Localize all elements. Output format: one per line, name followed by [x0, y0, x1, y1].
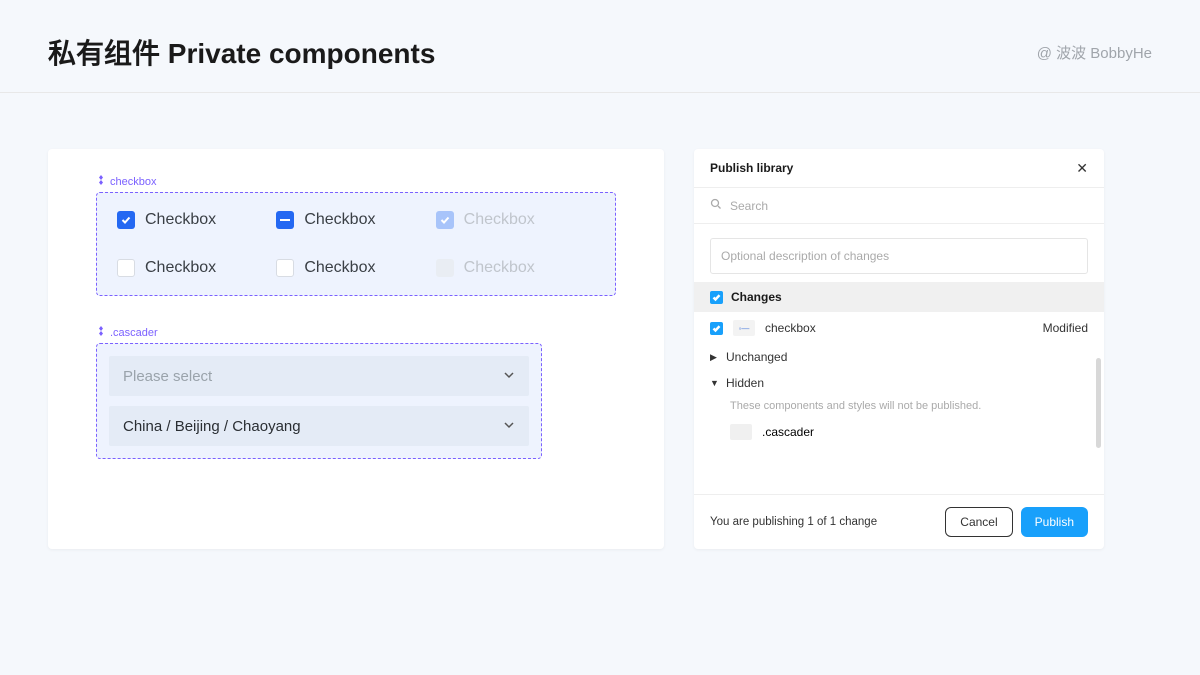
checkbox-empty-icon: [276, 259, 294, 277]
component-label-checkbox: checkbox: [96, 175, 616, 188]
component-label-cascader: .cascader: [96, 326, 616, 339]
change-item-status: Modified: [1043, 321, 1088, 335]
cascader-value: China / Beijing / Chaoyang: [123, 418, 301, 435]
change-item-row[interactable]: ◦— checkbox Modified: [694, 312, 1104, 344]
dialog-footer: You are publishing 1 of 1 change Cancel …: [694, 494, 1104, 549]
checkbox-label: Checkbox: [304, 259, 375, 277]
checkbox-label: Checkbox: [304, 211, 375, 229]
checkbox-icon[interactable]: [710, 322, 723, 335]
component-icon: [96, 175, 106, 188]
hidden-label: Hidden: [726, 376, 764, 390]
chevron-down-icon: [503, 418, 515, 435]
search-row[interactable]: Search: [694, 188, 1104, 224]
hidden-item-row[interactable]: .cascader: [694, 420, 1104, 444]
page-header: 私有组件 Private components @ 波波 BobbyHe: [0, 0, 1200, 93]
cancel-button[interactable]: Cancel: [945, 507, 1012, 537]
caret-down-icon: ▼: [710, 378, 718, 388]
dialog-header: Publish library ✕: [694, 149, 1104, 188]
hidden-note: These components and styles will not be …: [694, 396, 1104, 420]
checkbox-item[interactable]: Checkbox: [117, 259, 276, 277]
publish-button[interactable]: Publish: [1021, 507, 1088, 537]
component-label-text: checkbox: [110, 176, 156, 188]
component-thumb: [730, 424, 752, 440]
check-icon: [117, 211, 135, 229]
cascader-select-empty[interactable]: Please select: [109, 356, 529, 396]
checkbox-item[interactable]: Checkbox: [276, 259, 435, 277]
hidden-section[interactable]: ▼ Hidden: [694, 370, 1104, 396]
dialog-title: Publish library: [710, 161, 793, 175]
checkbox-frame[interactable]: Checkbox Checkbox Checkbox Checkbox Chec…: [96, 192, 616, 296]
cascader-placeholder: Please select: [123, 368, 212, 385]
checkbox-label: Checkbox: [464, 211, 535, 229]
changes-header[interactable]: Changes: [694, 282, 1104, 312]
checkbox-item[interactable]: Checkbox: [436, 211, 595, 229]
unchanged-label: Unchanged: [726, 350, 787, 364]
author-tag: @ 波波 BobbyHe: [1037, 42, 1152, 63]
component-thumb: ◦—: [733, 320, 755, 336]
description-placeholder: Optional description of changes: [721, 249, 889, 263]
change-item-name: checkbox: [765, 321, 816, 335]
checkbox-label: Checkbox: [145, 259, 216, 277]
canvas-panel: checkbox Checkbox Checkbox Checkbox: [48, 149, 664, 549]
checkbox-label: Checkbox: [145, 211, 216, 229]
checkbox-grid: Checkbox Checkbox Checkbox Checkbox Chec…: [117, 211, 595, 277]
indeterminate-icon: [276, 211, 294, 229]
checkbox-label: Checkbox: [464, 259, 535, 277]
dialog-body: Optional description of changes Changes …: [694, 224, 1104, 494]
hidden-item-name: .cascader: [762, 425, 814, 439]
checkbox-item[interactable]: Checkbox: [436, 259, 595, 277]
content-area: checkbox Checkbox Checkbox Checkbox: [0, 93, 1200, 549]
publish-dialog: Publish library ✕ Search Optional descri…: [694, 149, 1104, 549]
close-icon[interactable]: ✕: [1076, 161, 1088, 175]
check-icon: [436, 211, 454, 229]
search-placeholder: Search: [730, 199, 768, 213]
chevron-down-icon: [503, 368, 515, 385]
caret-right-icon: ▶: [710, 352, 718, 363]
component-label-text: .cascader: [110, 327, 158, 339]
scrollbar[interactable]: [1096, 358, 1101, 448]
page-title: 私有组件 Private components: [48, 32, 435, 72]
description-input[interactable]: Optional description of changes: [710, 238, 1088, 274]
unchanged-section[interactable]: ▶ Unchanged: [694, 344, 1104, 370]
cascader-select-filled[interactable]: China / Beijing / Chaoyang: [109, 406, 529, 446]
footer-summary: You are publishing 1 of 1 change: [710, 516, 877, 528]
checkbox-item[interactable]: Checkbox: [276, 211, 435, 229]
component-icon: [96, 326, 106, 339]
checkbox-disabled-icon: [436, 259, 454, 277]
changes-label: Changes: [731, 290, 782, 304]
checkbox-empty-icon: [117, 259, 135, 277]
checkbox-item[interactable]: Checkbox: [117, 211, 276, 229]
search-icon: [710, 198, 722, 213]
checkbox-icon[interactable]: [710, 291, 723, 304]
cascader-frame[interactable]: Please select China / Beijing / Chaoyang: [96, 343, 542, 459]
